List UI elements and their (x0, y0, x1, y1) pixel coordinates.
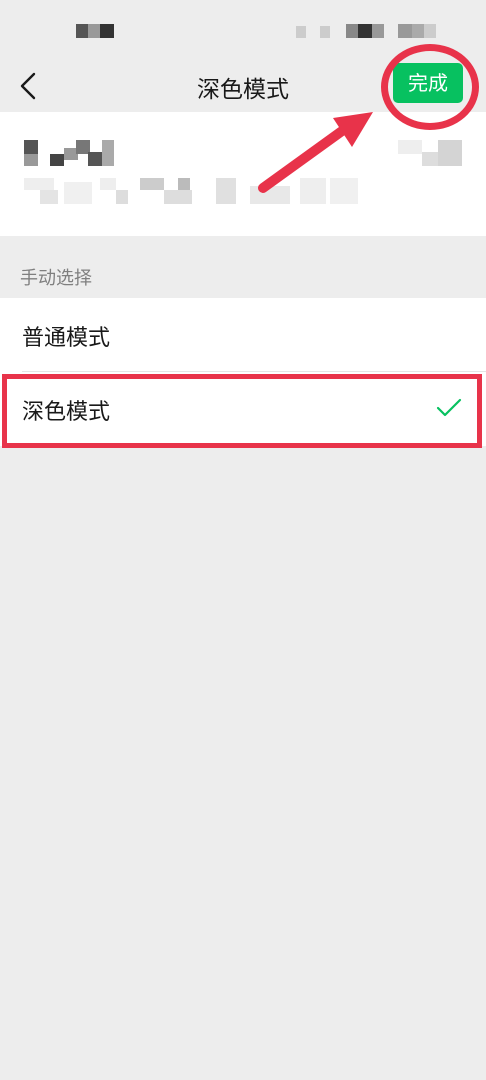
obscured-right-info (398, 140, 422, 154)
status-time-obscured (76, 24, 88, 38)
pixel-block (320, 26, 330, 38)
pixel-block (140, 178, 164, 190)
pixel-block (178, 178, 190, 190)
mode-options-list: 普通模式 深色模式 (0, 298, 486, 446)
navigation-bar: 深色模式 完成 (0, 60, 486, 112)
pixel-block (250, 186, 290, 204)
obscured-name (24, 140, 38, 154)
pixel-block (346, 24, 358, 38)
option-label: 普通模式 (22, 326, 111, 351)
option-normal-mode[interactable]: 普通模式 (0, 298, 486, 372)
pixel-block (24, 154, 38, 166)
pixel-block (358, 24, 372, 38)
pixel-block (88, 24, 100, 38)
pixel-block (100, 178, 116, 190)
pixel-block (64, 182, 92, 204)
pixel-block (102, 140, 114, 166)
pixel-block (412, 24, 424, 38)
pixel-block (116, 190, 128, 204)
option-dark-mode[interactable]: 深色模式 (0, 372, 486, 446)
done-button[interactable]: 完成 (393, 63, 463, 103)
pixel-block (40, 190, 58, 204)
pixel-block (100, 24, 114, 38)
pixel-block (372, 24, 384, 38)
pixel-block (438, 140, 462, 166)
pixel-block (422, 152, 438, 166)
obscured-subtitle (24, 178, 54, 190)
status-bar (0, 0, 486, 60)
account-info-card (0, 112, 486, 236)
pixel-block (88, 152, 102, 166)
pixel-block (216, 178, 236, 204)
pixel-block (424, 24, 436, 38)
option-label: 深色模式 (22, 400, 111, 425)
status-icons-obscured (296, 26, 306, 38)
pixel-block (398, 24, 412, 38)
checkmark-icon (436, 398, 462, 417)
pixel-block (300, 178, 326, 204)
pixel-block (50, 154, 64, 166)
section-label-manual: 手动选择 (20, 268, 92, 289)
pixel-block (164, 190, 192, 204)
pixel-block (330, 178, 358, 204)
